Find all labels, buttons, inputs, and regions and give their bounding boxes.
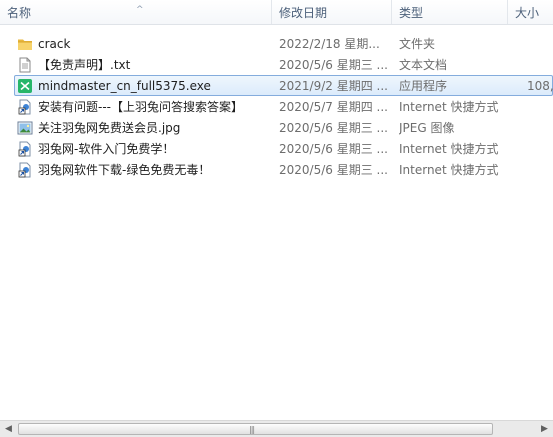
file-name: 【免责声明】.txt xyxy=(38,58,131,72)
scroll-right-arrow-icon: ▶ xyxy=(541,424,548,434)
file-type: JPEG 图像 xyxy=(399,121,455,135)
file-list: crack 2022/2/18 星期... 文件夹【免责声明】.txt 2020/5/… xyxy=(0,33,553,180)
file-modified-date: 2020/5/6 星期三 ... xyxy=(279,121,388,135)
file-type: 应用程序 xyxy=(399,79,448,93)
column-header-bar: 名称 ^ 修改日期 类型 大小 xyxy=(0,0,553,25)
jpeg-image-icon xyxy=(17,118,35,137)
file-modified-date: 2021/9/2 星期四 ... xyxy=(279,79,388,93)
file-name: 关注羽兔网免费送会员.jpg xyxy=(38,121,181,135)
file-type: Internet 快捷方式 xyxy=(399,163,499,177)
file-name: crack xyxy=(38,37,71,51)
column-header-name-label: 名称 xyxy=(7,6,32,20)
column-header-size-label: 大小 xyxy=(515,6,540,20)
file-size: 108,13 xyxy=(527,79,553,93)
column-header-type-label: 类型 xyxy=(399,6,424,20)
internet-shortcut-icon xyxy=(17,139,35,158)
file-type: 文件夹 xyxy=(399,37,436,51)
scrollbar-grip-icon: ||| xyxy=(249,425,255,434)
file-modified-date: 2020/5/6 星期三 ... xyxy=(279,163,388,177)
column-header-date-label: 修改日期 xyxy=(279,6,328,20)
horizontal-scrollbar[interactable]: ◀ ||| ▶ xyxy=(0,420,553,437)
file-size: 3 xyxy=(509,118,553,137)
file-name: 羽兔网软件下载-绿色免费无毒！ xyxy=(38,163,211,177)
file-type: 文本文档 xyxy=(399,58,448,72)
file-modified-date: 2022/2/18 星期... xyxy=(279,37,380,51)
file-name: mindmaster_cn_full5375.exe xyxy=(38,79,211,93)
column-header-date[interactable]: 修改日期 xyxy=(272,0,392,24)
file-size xyxy=(509,34,553,53)
scroll-left-arrow-icon: ◀ xyxy=(5,424,12,434)
file-row[interactable]: crack 2022/2/18 星期... 文件夹 xyxy=(14,33,553,54)
file-row[interactable]: 安装有问题---【上羽兔问答搜索答案】 2020/5/7 星期四 ... Inter… xyxy=(14,96,553,117)
file-size xyxy=(509,160,553,179)
column-header-size[interactable]: 大小 xyxy=(508,0,553,24)
sort-ascending-icon: ^ xyxy=(136,5,144,15)
folder-icon xyxy=(17,34,35,53)
mindmaster-app-icon xyxy=(17,76,35,95)
file-explorer-window: 名称 ^ 修改日期 类型 大小 crack 2022/2/18 星期... 文件夹【… xyxy=(0,0,553,437)
file-row[interactable]: 羽兔网软件下载-绿色免费无毒！ 2020/5/6 星期三 ... Internet … xyxy=(14,159,553,180)
file-modified-date: 2020/5/6 星期三 ... xyxy=(279,58,388,72)
file-type: Internet 快捷方式 xyxy=(399,100,499,114)
internet-shortcut-icon xyxy=(17,160,35,179)
file-modified-date: 2020/5/6 星期三 ... xyxy=(279,142,388,156)
column-header-name[interactable]: 名称 ^ xyxy=(0,0,272,24)
file-row[interactable]: mindmaster_cn_full5375.exe 2021/9/2 星期四 .… xyxy=(14,75,553,96)
file-row[interactable]: 羽兔网-软件入门免费学！ 2020/5/6 星期三 ... Internet 快捷方… xyxy=(14,138,553,159)
scrollbar-thumb[interactable]: ||| xyxy=(18,423,493,435)
file-name: 安装有问题---【上羽兔问答搜索答案】 xyxy=(38,100,243,114)
scroll-left-button[interactable]: ◀ xyxy=(0,421,17,437)
internet-shortcut-icon xyxy=(17,97,35,116)
file-size xyxy=(509,97,553,116)
file-type: Internet 快捷方式 xyxy=(399,142,499,156)
scroll-right-button[interactable]: ▶ xyxy=(536,421,553,437)
text-file-icon xyxy=(17,55,35,74)
file-row[interactable]: 【免责声明】.txt 2020/5/6 星期三 ... 文本文档 xyxy=(14,54,553,75)
file-row[interactable]: 关注羽兔网免费送会员.jpg 2020/5/6 星期三 ... JPEG 图像 3 xyxy=(14,117,553,138)
file-size xyxy=(509,139,553,158)
file-name: 羽兔网-软件入门免费学！ xyxy=(38,142,175,156)
file-size xyxy=(509,55,553,74)
column-header-type[interactable]: 类型 xyxy=(392,0,508,24)
file-modified-date: 2020/5/7 星期四 ... xyxy=(279,100,388,114)
